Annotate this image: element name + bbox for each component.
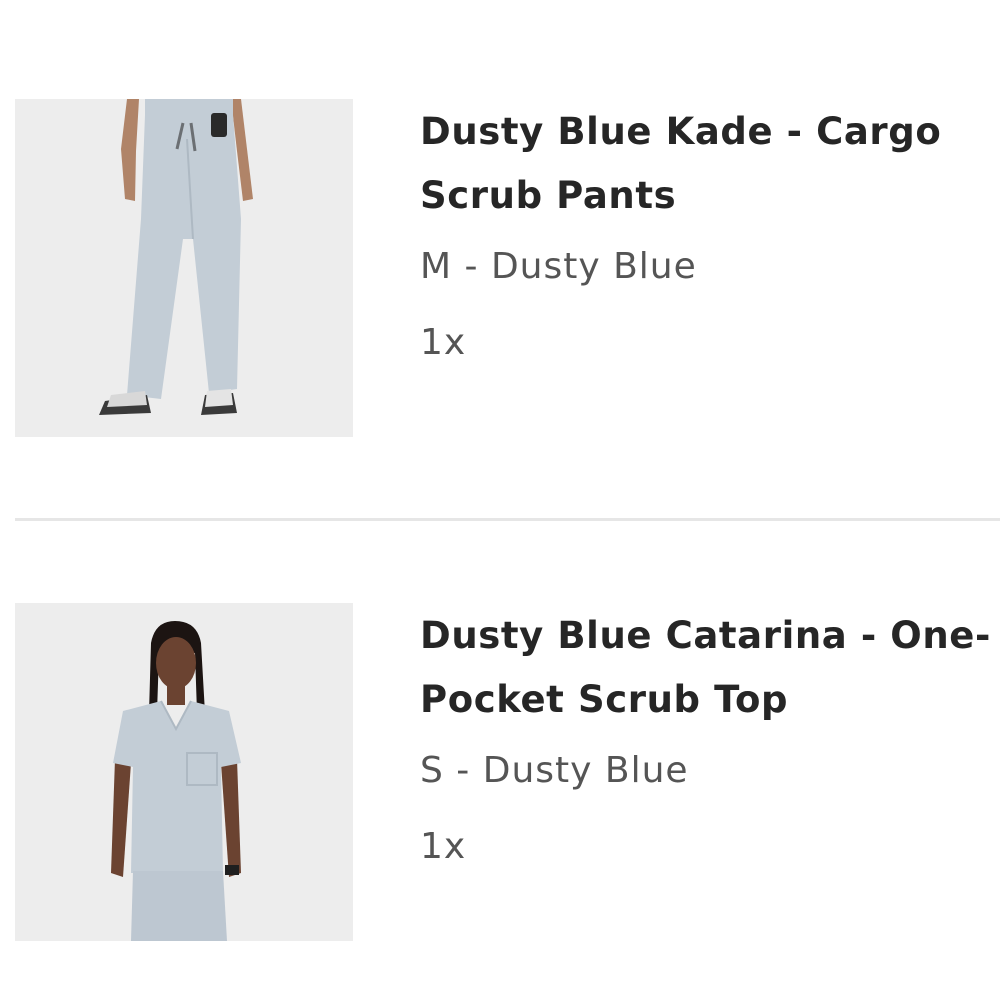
product-info: Dusty Blue Catarina - One-Pocket Scrub T… bbox=[420, 603, 995, 877]
product-image[interactable] bbox=[15, 99, 353, 437]
product-variant: S - Dusty Blue bbox=[420, 750, 689, 791]
divider bbox=[15, 518, 1000, 521]
top-photo-illustration bbox=[15, 603, 353, 941]
product-image[interactable] bbox=[15, 603, 353, 941]
product-info: Dusty Blue Kade - Cargo Scrub Pants M - … bbox=[420, 99, 995, 373]
product-title[interactable]: Dusty Blue Kade - Cargo Scrub Pants bbox=[420, 100, 995, 228]
product-quantity: 1x bbox=[420, 322, 467, 363]
pants-photo-illustration bbox=[15, 99, 353, 437]
product-quantity: 1x bbox=[420, 826, 467, 867]
product-title[interactable]: Dusty Blue Catarina - One-Pocket Scrub T… bbox=[420, 604, 995, 732]
product-variant: M - Dusty Blue bbox=[420, 246, 697, 287]
